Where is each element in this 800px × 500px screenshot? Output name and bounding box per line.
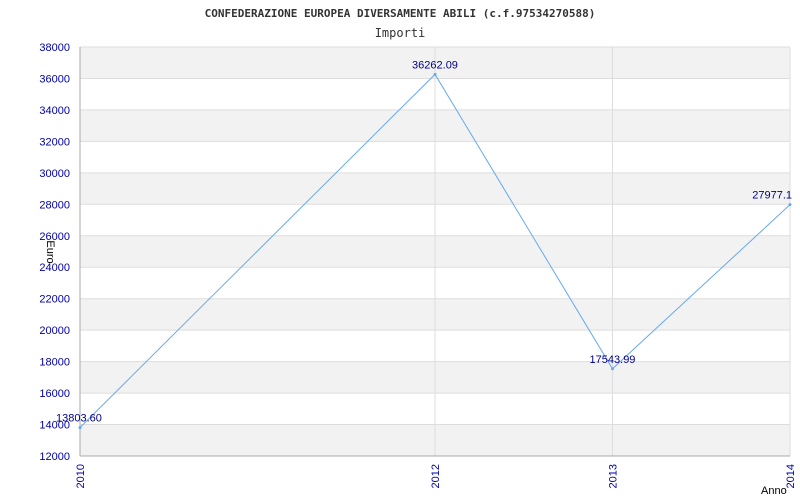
x-tick-label: 2010 <box>75 464 87 488</box>
chart-title: CONFEDERAZIONE EUROPEA DIVERSAMENTE ABIL… <box>205 7 596 20</box>
y-axis-label: Euro <box>44 240 56 263</box>
y-tick-label: 18000 <box>39 357 70 369</box>
y-tick-label: 36000 <box>39 73 70 85</box>
x-tick-label: 2013 <box>608 464 620 488</box>
data-label: 13803.60 <box>56 413 102 425</box>
data-point <box>611 367 614 371</box>
y-tick-label: 20000 <box>39 325 70 337</box>
data-point <box>78 426 82 430</box>
y-tick-label: 34000 <box>39 105 70 117</box>
x-tick-label: 2014 <box>785 464 797 488</box>
y-tick-label: 32000 <box>39 136 70 148</box>
line-chart: 1200014000160001800020000220002400026000… <box>39 7 797 497</box>
data-point <box>433 72 437 76</box>
y-tick-label: 38000 <box>39 42 70 54</box>
data-point <box>788 203 792 207</box>
x-tick-labels: 2010 2012 2013 2014 <box>75 464 797 488</box>
data-label: 17543.99 <box>590 354 636 366</box>
y-tick-label: 22000 <box>39 294 70 306</box>
y-tick-label: 28000 <box>39 199 70 211</box>
y-tick-label: 12000 <box>39 451 70 463</box>
chart-subtitle: Importi <box>375 26 426 40</box>
data-label: 36262.09 <box>412 59 458 71</box>
y-tick-label: 24000 <box>39 262 70 274</box>
y-tick-label: 16000 <box>39 388 70 400</box>
y-tick-label: 30000 <box>39 168 70 180</box>
data-label: 27977.1 <box>752 190 792 202</box>
x-tick-label: 2012 <box>430 464 442 488</box>
x-axis-label: Anno <box>761 485 787 497</box>
